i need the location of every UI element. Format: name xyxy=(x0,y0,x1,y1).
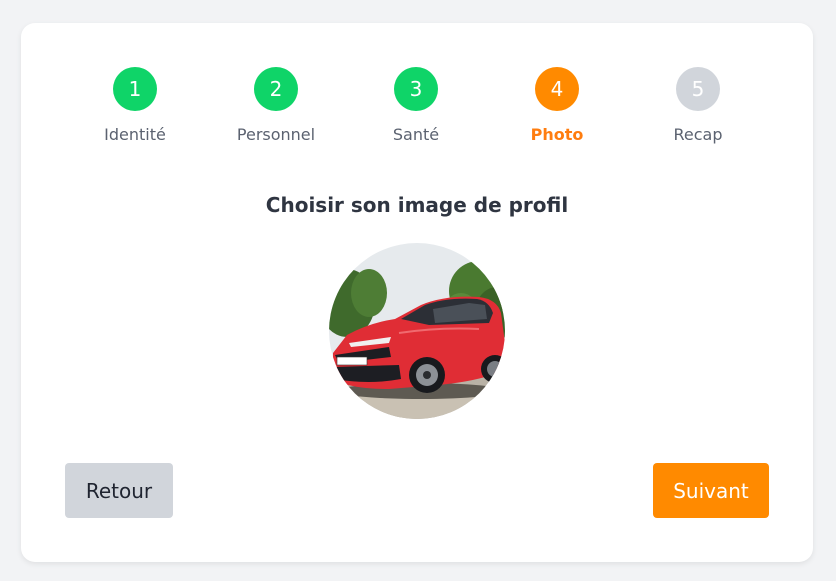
step-sante[interactable]: 3 Santé xyxy=(346,67,486,144)
step-photo[interactable]: 4 Photo xyxy=(487,67,627,144)
step-label: Personnel xyxy=(236,125,316,144)
step-personnel[interactable]: 2 Personnel xyxy=(206,67,346,144)
back-button[interactable]: Retour xyxy=(65,463,173,518)
step-label: Recap xyxy=(673,125,723,144)
form-card: 1 Identité 2 Personnel 3 Santé 4 Photo 5… xyxy=(21,23,813,562)
step-number-badge: 4 xyxy=(535,67,579,111)
profile-image-picker[interactable] xyxy=(329,243,505,419)
step-number-badge: 3 xyxy=(394,67,438,111)
step-identite[interactable]: 1 Identité xyxy=(65,67,205,144)
stepper: 1 Identité 2 Personnel 3 Santé 4 Photo 5… xyxy=(65,67,769,147)
step-number-badge: 1 xyxy=(113,67,157,111)
step-number-badge: 2 xyxy=(254,67,298,111)
step-number-badge: 5 xyxy=(676,67,720,111)
page-title: Choisir son image de profil xyxy=(265,193,569,217)
car-photo-icon xyxy=(329,243,505,419)
step-label: Santé xyxy=(392,125,440,144)
step-label: Photo xyxy=(530,125,584,144)
step-label: Identité xyxy=(104,125,166,144)
step-recap[interactable]: 5 Recap xyxy=(628,67,768,144)
next-button[interactable]: Suivant xyxy=(653,463,769,518)
